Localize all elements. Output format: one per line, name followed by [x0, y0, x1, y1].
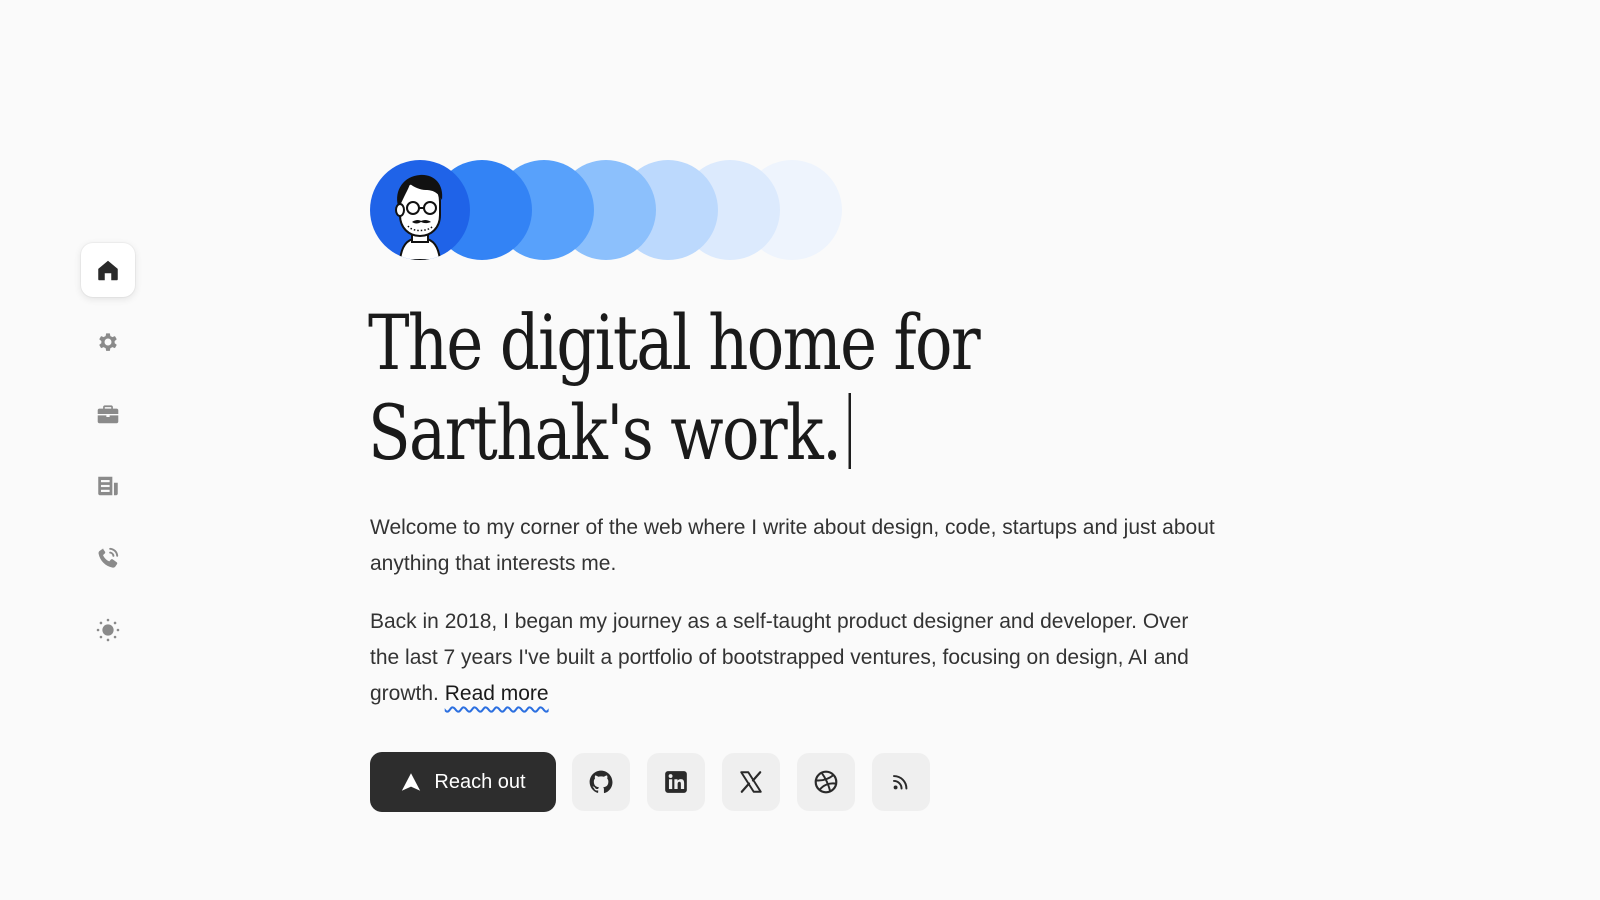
rss-button[interactable] [872, 753, 930, 811]
dribbble-icon [814, 770, 838, 794]
read-more-link[interactable]: Read more [445, 682, 549, 705]
sidebar-item-blog[interactable] [81, 459, 135, 513]
avatar-illustration [395, 174, 443, 260]
headline-line-1: The digital home for [368, 298, 981, 387]
linkedin-icon [665, 771, 687, 793]
page-title: The digital home for Sarthak's work. [368, 298, 981, 478]
home-icon [98, 260, 118, 281]
headline-line-2: Sarthak's work. [368, 388, 979, 478]
reach-out-button[interactable]: Reach out [370, 752, 556, 812]
reach-out-label: Reach out [434, 770, 526, 793]
avatar [370, 160, 470, 260]
page: The digital home for Sarthak's work. Wel… [0, 0, 1600, 900]
typing-cursor [848, 393, 851, 469]
sidebar-nav [80, 243, 136, 675]
avatar-row [370, 160, 850, 260]
x-icon [740, 771, 762, 793]
linkedin-button[interactable] [647, 753, 705, 811]
x-button[interactable] [722, 753, 780, 811]
intro-paragraph-1: Welcome to my corner of the web where I … [370, 516, 1215, 575]
dribbble-button[interactable] [797, 753, 855, 811]
headline-line-2-text: Sarthak's work. [368, 388, 842, 477]
github-button[interactable] [572, 753, 630, 811]
newspaper-icon [98, 476, 118, 496]
sidebar-item-home[interactable] [81, 243, 135, 297]
send-icon [402, 773, 421, 791]
sun-icon [96, 618, 120, 642]
sidebar-item-settings[interactable] [81, 315, 135, 369]
briefcase-icon [97, 405, 119, 424]
action-row: Reach out [370, 752, 947, 812]
sidebar-item-theme-toggle[interactable] [81, 603, 135, 657]
sidebar-item-work[interactable] [81, 387, 135, 441]
gear-icon [99, 333, 117, 351]
rss-icon [892, 775, 908, 790]
intro-paragraph-2: Back in 2018, I began my journey as a se… [370, 604, 1220, 712]
phone-icon [98, 547, 119, 568]
github-icon [589, 770, 613, 794]
sidebar-item-contact[interactable] [81, 531, 135, 585]
